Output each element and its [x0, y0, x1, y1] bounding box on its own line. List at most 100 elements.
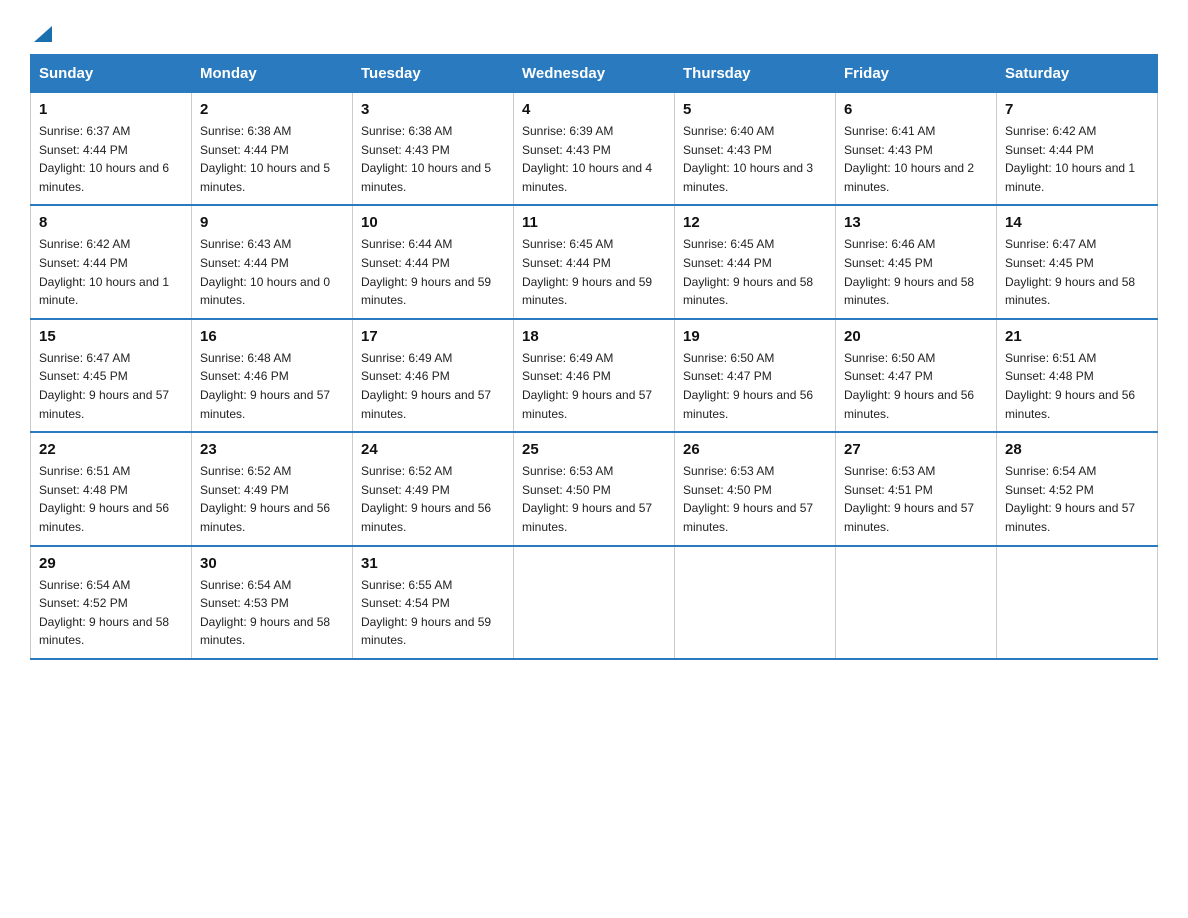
calendar-day-cell: 2 Sunrise: 6:38 AMSunset: 4:44 PMDaylight…: [192, 93, 353, 206]
day-sun-info: Sunrise: 6:48 AMSunset: 4:46 PMDaylight:…: [200, 349, 344, 423]
day-number: 18: [522, 328, 666, 345]
calendar-day-cell: 18 Sunrise: 6:49 AMSunset: 4:46 PMDayligh…: [514, 319, 675, 432]
calendar-day-cell: 27 Sunrise: 6:53 AMSunset: 4:51 PMDayligh…: [836, 432, 997, 545]
calendar-day-cell: 3Sunrise: 6:38 AMSunset: 4:43 PMDaylight…: [353, 93, 514, 206]
day-number: 13: [844, 214, 988, 231]
calendar-table: SundayMondayTuesdayWednesdayThursdayFrid…: [30, 54, 1158, 660]
day-number: 16: [200, 328, 344, 345]
day-of-week-header: Wednesday: [514, 55, 675, 93]
day-sun-info: Sunrise: 6:43 AMSunset: 4:44 PMDaylight:…: [200, 235, 344, 309]
day-sun-info: Sunrise: 6:50 AMSunset: 4:47 PMDaylight:…: [683, 349, 827, 423]
calendar-day-cell: 6Sunrise: 6:41 AMSunset: 4:43 PMDaylight…: [836, 93, 997, 206]
calendar-day-cell: [675, 546, 836, 659]
day-of-week-header: Sunday: [31, 55, 192, 93]
calendar-day-cell: 24 Sunrise: 6:52 AMSunset: 4:49 PMDayligh…: [353, 432, 514, 545]
calendar-day-cell: 28 Sunrise: 6:54 AMSunset: 4:52 PMDayligh…: [997, 432, 1158, 545]
day-sun-info: Sunrise: 6:45 AMSunset: 4:44 PMDaylight:…: [522, 235, 666, 309]
calendar-body: 1 Sunrise: 6:37 AMSunset: 4:44 PMDaylight…: [31, 93, 1158, 659]
day-number: 26: [683, 441, 827, 458]
calendar-day-cell: 9Sunrise: 6:43 AMSunset: 4:44 PMDaylight…: [192, 205, 353, 318]
day-number: 23: [200, 441, 344, 458]
day-number: 28: [1005, 441, 1149, 458]
day-sun-info: Sunrise: 6:50 AMSunset: 4:47 PMDaylight:…: [844, 349, 988, 423]
day-sun-info: Sunrise: 6:45 AMSunset: 4:44 PMDaylight:…: [683, 235, 827, 309]
day-number: 11: [522, 214, 666, 231]
day-number: 17: [361, 328, 505, 345]
day-number: 2: [200, 101, 344, 118]
calendar-week-row: 1 Sunrise: 6:37 AMSunset: 4:44 PMDaylight…: [31, 93, 1158, 206]
day-of-week-header: Thursday: [675, 55, 836, 93]
calendar-day-cell: 25 Sunrise: 6:53 AMSunset: 4:50 PMDayligh…: [514, 432, 675, 545]
calendar-week-row: 22 Sunrise: 6:51 AMSunset: 4:48 PMDayligh…: [31, 432, 1158, 545]
day-number: 6: [844, 101, 988, 118]
calendar-day-cell: 1 Sunrise: 6:37 AMSunset: 4:44 PMDaylight…: [31, 93, 192, 206]
day-sun-info: Sunrise: 6:51 AMSunset: 4:48 PMDaylight:…: [1005, 349, 1149, 423]
calendar-day-cell: 12 Sunrise: 6:45 AMSunset: 4:44 PMDayligh…: [675, 205, 836, 318]
day-number: 29: [39, 555, 183, 572]
calendar-day-cell: 7Sunrise: 6:42 AMSunset: 4:44 PMDaylight…: [997, 93, 1158, 206]
day-number: 1: [39, 101, 183, 118]
calendar-day-cell: 20 Sunrise: 6:50 AMSunset: 4:47 PMDayligh…: [836, 319, 997, 432]
calendar-day-cell: 31 Sunrise: 6:55 AMSunset: 4:54 PMDayligh…: [353, 546, 514, 659]
calendar-day-cell: 21 Sunrise: 6:51 AMSunset: 4:48 PMDayligh…: [997, 319, 1158, 432]
calendar-day-cell: 19Sunrise: 6:50 AMSunset: 4:47 PMDayligh…: [675, 319, 836, 432]
day-sun-info: Sunrise: 6:44 AMSunset: 4:44 PMDaylight:…: [361, 235, 505, 309]
day-sun-info: Sunrise: 6:52 AMSunset: 4:49 PMDaylight:…: [200, 462, 344, 536]
day-sun-info: Sunrise: 6:49 AMSunset: 4:46 PMDaylight:…: [361, 349, 505, 423]
day-sun-info: Sunrise: 6:46 AMSunset: 4:45 PMDaylight:…: [844, 235, 988, 309]
day-sun-info: Sunrise: 6:42 AMSunset: 4:44 PMDaylight:…: [1005, 122, 1149, 196]
day-sun-info: Sunrise: 6:39 AMSunset: 4:43 PMDaylight:…: [522, 122, 666, 196]
calendar-day-cell: [836, 546, 997, 659]
day-number: 15: [39, 328, 183, 345]
day-number: 4: [522, 101, 666, 118]
day-number: 12: [683, 214, 827, 231]
day-number: 24: [361, 441, 505, 458]
day-sun-info: Sunrise: 6:40 AMSunset: 4:43 PMDaylight:…: [683, 122, 827, 196]
day-sun-info: Sunrise: 6:37 AMSunset: 4:44 PMDaylight:…: [39, 122, 183, 196]
day-sun-info: Sunrise: 6:53 AMSunset: 4:50 PMDaylight:…: [683, 462, 827, 536]
day-of-week-header: Friday: [836, 55, 997, 93]
day-sun-info: Sunrise: 6:54 AMSunset: 4:52 PMDaylight:…: [39, 576, 183, 650]
calendar-day-cell: 11 Sunrise: 6:45 AMSunset: 4:44 PMDayligh…: [514, 205, 675, 318]
calendar-day-cell: [514, 546, 675, 659]
header-row: SundayMondayTuesdayWednesdayThursdayFrid…: [31, 55, 1158, 93]
day-number: 25: [522, 441, 666, 458]
calendar-header: SundayMondayTuesdayWednesdayThursdayFrid…: [31, 55, 1158, 93]
day-sun-info: Sunrise: 6:54 AMSunset: 4:52 PMDaylight:…: [1005, 462, 1149, 536]
day-number: 5: [683, 101, 827, 118]
day-sun-info: Sunrise: 6:52 AMSunset: 4:49 PMDaylight:…: [361, 462, 505, 536]
calendar-day-cell: 16 Sunrise: 6:48 AMSunset: 4:46 PMDayligh…: [192, 319, 353, 432]
day-number: 21: [1005, 328, 1149, 345]
day-sun-info: Sunrise: 6:53 AMSunset: 4:51 PMDaylight:…: [844, 462, 988, 536]
calendar-day-cell: 5 Sunrise: 6:40 AMSunset: 4:43 PMDaylight…: [675, 93, 836, 206]
day-number: 10: [361, 214, 505, 231]
calendar-day-cell: 8Sunrise: 6:42 AMSunset: 4:44 PMDaylight…: [31, 205, 192, 318]
day-of-week-header: Tuesday: [353, 55, 514, 93]
calendar-day-cell: 17 Sunrise: 6:49 AMSunset: 4:46 PMDayligh…: [353, 319, 514, 432]
calendar-day-cell: 13 Sunrise: 6:46 AMSunset: 4:45 PMDayligh…: [836, 205, 997, 318]
day-sun-info: Sunrise: 6:53 AMSunset: 4:50 PMDaylight:…: [522, 462, 666, 536]
calendar-day-cell: 15 Sunrise: 6:47 AMSunset: 4:45 PMDayligh…: [31, 319, 192, 432]
day-number: 20: [844, 328, 988, 345]
calendar-day-cell: 26 Sunrise: 6:53 AMSunset: 4:50 PMDayligh…: [675, 432, 836, 545]
day-number: 14: [1005, 214, 1149, 231]
day-number: 22: [39, 441, 183, 458]
calendar-day-cell: 10 Sunrise: 6:44 AMSunset: 4:44 PMDayligh…: [353, 205, 514, 318]
day-number: 3: [361, 101, 505, 118]
calendar-day-cell: 22 Sunrise: 6:51 AMSunset: 4:48 PMDayligh…: [31, 432, 192, 545]
day-sun-info: Sunrise: 6:49 AMSunset: 4:46 PMDaylight:…: [522, 349, 666, 423]
day-number: 30: [200, 555, 344, 572]
calendar-week-row: 8Sunrise: 6:42 AMSunset: 4:44 PMDaylight…: [31, 205, 1158, 318]
day-sun-info: Sunrise: 6:38 AMSunset: 4:44 PMDaylight:…: [200, 122, 344, 196]
calendar-day-cell: 29 Sunrise: 6:54 AMSunset: 4:52 PMDayligh…: [31, 546, 192, 659]
day-number: 31: [361, 555, 505, 572]
day-sun-info: Sunrise: 6:55 AMSunset: 4:54 PMDaylight:…: [361, 576, 505, 650]
calendar-day-cell: [997, 546, 1158, 659]
day-sun-info: Sunrise: 6:51 AMSunset: 4:48 PMDaylight:…: [39, 462, 183, 536]
day-sun-info: Sunrise: 6:47 AMSunset: 4:45 PMDaylight:…: [39, 349, 183, 423]
calendar-day-cell: 30Sunrise: 6:54 AMSunset: 4:53 PMDayligh…: [192, 546, 353, 659]
calendar-day-cell: 14Sunrise: 6:47 AMSunset: 4:45 PMDayligh…: [997, 205, 1158, 318]
day-of-week-header: Monday: [192, 55, 353, 93]
day-number: 27: [844, 441, 988, 458]
day-number: 8: [39, 214, 183, 231]
